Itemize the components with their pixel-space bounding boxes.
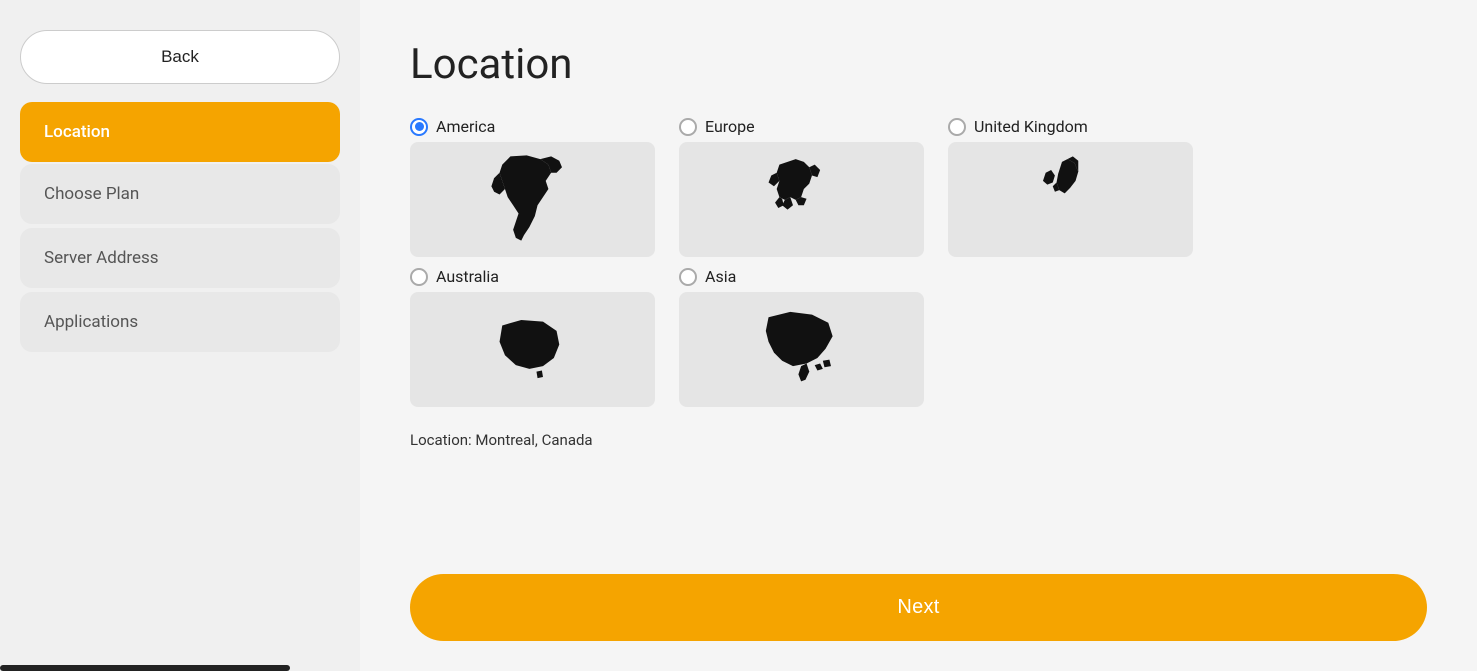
sidebar-item-applications[interactable]: Applications (20, 292, 340, 352)
map-svg-asia (697, 301, 905, 399)
region-item-asia: Asia (679, 267, 924, 407)
region-label-asia[interactable]: Asia (679, 267, 924, 286)
region-name-america: America (436, 117, 495, 136)
sidebar: Back Location Choose Plan Server Address… (0, 0, 360, 671)
map-united-kingdom (948, 142, 1193, 257)
sidebar-item-location[interactable]: Location (20, 102, 340, 162)
map-europe (679, 142, 924, 257)
page-title: Location (410, 40, 1427, 89)
region-label-united-kingdom[interactable]: United Kingdom (948, 117, 1193, 136)
region-label-america[interactable]: America (410, 117, 655, 136)
map-asia (679, 292, 924, 407)
radio-america[interactable] (410, 118, 428, 136)
region-item-europe: Europe (679, 117, 924, 257)
region-name-australia: Australia (436, 267, 499, 286)
region-row-2: Australia Asia (410, 267, 1427, 407)
map-svg-australia (428, 301, 636, 399)
region-label-europe[interactable]: Europe (679, 117, 924, 136)
sidebar-item-server-address[interactable]: Server Address (20, 228, 340, 288)
map-svg-europe (697, 151, 905, 249)
region-label-australia[interactable]: Australia (410, 267, 655, 286)
map-svg-america (428, 151, 636, 249)
region-item-america: America (410, 117, 655, 257)
main-content: Location America Europe (360, 0, 1477, 671)
region-name-asia: Asia (705, 267, 736, 286)
radio-europe[interactable] (679, 118, 697, 136)
map-australia (410, 292, 655, 407)
map-svg-uk (966, 151, 1174, 249)
location-text: Location: Montreal, Canada (410, 431, 1427, 449)
region-item-australia: Australia (410, 267, 655, 407)
radio-united-kingdom[interactable] (948, 118, 966, 136)
back-button[interactable]: Back (20, 30, 340, 84)
region-name-europe: Europe (705, 117, 755, 136)
region-row-1: America Europe (410, 117, 1427, 257)
map-america (410, 142, 655, 257)
sidebar-item-choose-plan[interactable]: Choose Plan (20, 164, 340, 224)
bottom-bar (0, 665, 290, 671)
next-button[interactable]: Next (410, 574, 1427, 641)
region-item-united-kingdom: United Kingdom (948, 117, 1193, 257)
radio-asia[interactable] (679, 268, 697, 286)
region-name-united-kingdom: United Kingdom (974, 117, 1088, 136)
radio-australia[interactable] (410, 268, 428, 286)
